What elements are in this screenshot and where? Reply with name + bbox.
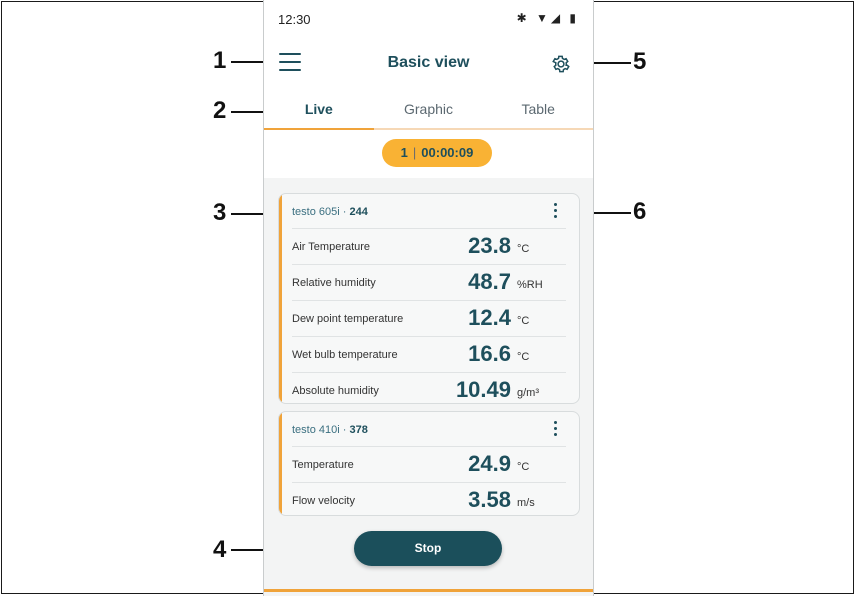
tab-graphic[interactable]: Graphic [374, 92, 484, 128]
reading-value: 23.8 [468, 233, 511, 258]
reading-unit: %RH [517, 279, 543, 291]
phone-screen: 12:30 ✱ ▼◢ ▮ Basic view Live Graphic Tab… [263, 0, 594, 596]
reading-value: 10.49 [455, 377, 511, 402]
reading-label: Dew point temperature [292, 313, 404, 325]
reading-value: 48.7 [468, 269, 511, 294]
callout-5: 5 [633, 48, 647, 75]
reading-unit: °C [517, 461, 530, 473]
reading-row: Dew point temperature 12.4 °C [292, 301, 566, 337]
reading-row: Absolute humidity 10.49 g/m³ [292, 373, 566, 403]
reading-unit: °C [517, 243, 530, 255]
card-header: testo 605i · 244 [292, 194, 566, 229]
reading-row: Air Temperature 23.8 °C [292, 229, 566, 265]
reading-label: Relative humidity [292, 277, 376, 289]
reading-value: 24.9 [468, 451, 511, 476]
page-title: Basic view [387, 54, 470, 71]
card-accent-bar [279, 194, 282, 403]
reading-unit: m/s [517, 497, 535, 509]
card-accent-bar [279, 412, 282, 515]
callout-1: 1 [213, 47, 227, 74]
elapsed-time: 00:00:09 [421, 145, 474, 160]
device-name: testo 605i · 244 [292, 206, 368, 218]
reading-unit: °C [517, 351, 530, 363]
callout-6: 6 [633, 198, 647, 225]
reading-value: 16.6 [468, 341, 511, 366]
device-card-testo-410i: testo 410i · 378 Temperature 24.9 °C Flo… [278, 411, 580, 516]
more-options-icon[interactable] [548, 200, 562, 222]
device-name: testo 410i · 378 [292, 424, 368, 436]
reading-label: Flow velocity [292, 495, 355, 507]
reading-row: Relative humidity 48.7 %RH [292, 265, 566, 301]
reading-unit: g/m³ [517, 387, 539, 399]
app-bar: Basic view [264, 36, 593, 92]
reading-label: Absolute humidity [292, 385, 379, 397]
measurement-counter-badge: 1 | 00:00:09 [382, 139, 492, 167]
status-time: 12:30 [278, 12, 311, 27]
card-header: testo 410i · 378 [292, 412, 566, 447]
device-card-testo-605i: testo 605i · 244 Air Temperature 23.8 °C… [278, 193, 580, 404]
more-options-icon[interactable] [548, 418, 562, 440]
tab-live[interactable]: Live [264, 92, 374, 130]
callout-4: 4 [213, 536, 227, 563]
status-bar: 12:30 ✱ ▼◢ ▮ [264, 0, 593, 36]
reading-label: Temperature [292, 459, 354, 471]
reading-value: 3.58 [468, 487, 511, 512]
counter-separator: | [412, 145, 417, 160]
tab-table[interactable]: Table [483, 92, 593, 128]
stop-button[interactable]: Stop [354, 531, 502, 566]
bottom-accent-bar [264, 589, 593, 592]
callout-3: 3 [213, 199, 227, 226]
reading-unit: °C [517, 315, 530, 327]
status-icons: ✱ ▼◢ ▮ [516, 11, 579, 25]
counter-area: 1 | 00:00:09 [264, 130, 593, 178]
reading-row: Temperature 24.9 °C [292, 447, 566, 483]
reading-row: Flow velocity 3.58 m/s [292, 483, 566, 515]
view-tabs: Live Graphic Table [264, 92, 593, 130]
reading-label: Wet bulb temperature [292, 349, 398, 361]
reading-row: Wet bulb temperature 16.6 °C [292, 337, 566, 373]
callout-2: 2 [213, 97, 227, 124]
measurement-count: 1 [400, 145, 408, 160]
reading-value: 12.4 [468, 305, 511, 330]
gear-icon[interactable] [551, 54, 571, 74]
reading-label: Air Temperature [292, 241, 371, 253]
